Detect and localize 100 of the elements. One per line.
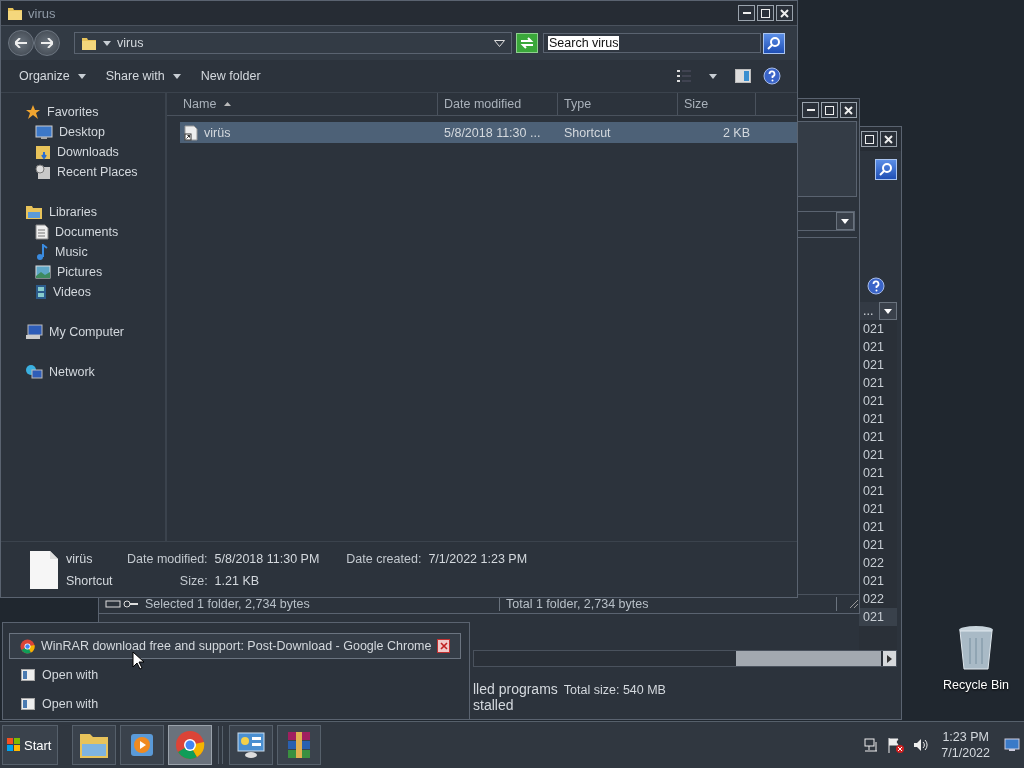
cursor-icon [132, 651, 144, 670]
close-button[interactable] [840, 102, 857, 118]
list-cell-text: 022 [862, 591, 885, 608]
taskbar-app-button[interactable] [277, 725, 321, 765]
caret-icon [77, 73, 86, 79]
start-button[interactable]: Start [2, 725, 58, 765]
star-icon [25, 104, 41, 120]
toolbar-button[interactable]: New folder [190, 64, 271, 88]
search-field[interactable]: Search virus [543, 33, 761, 53]
close-icon [780, 8, 789, 18]
close-button[interactable] [776, 5, 793, 21]
nav-item[interactable]: Libraries [1, 202, 165, 222]
jump-list-item[interactable]: Open with [9, 691, 461, 717]
field-value: 7/1/2022 1:23 PM [428, 551, 528, 566]
caret-icon [884, 308, 892, 314]
browser-icon [20, 638, 35, 654]
taskbar-app-button[interactable] [120, 725, 164, 765]
search-button[interactable] [763, 32, 785, 54]
list-cell-text: 022 [862, 555, 885, 572]
speaker-icon [913, 737, 930, 753]
nav-item[interactable]: Music [1, 242, 165, 262]
search-button[interactable] [875, 158, 897, 180]
maximize-button[interactable] [861, 131, 878, 147]
scroll-right-button[interactable] [883, 651, 896, 666]
jump-list-item[interactable]: Open with [9, 662, 461, 688]
field-label: Size: [178, 573, 208, 588]
folder-icon [25, 204, 43, 220]
field-label: Date modified: [127, 551, 208, 566]
maximize-icon [825, 105, 834, 115]
minimize-icon [742, 12, 751, 14]
list-cell-text: 021 [862, 537, 885, 554]
books-icon [285, 730, 313, 760]
desktop-icon-label[interactable]: Recycle Bin [943, 678, 1009, 692]
monitor-icon [35, 124, 53, 140]
caret-icon [841, 218, 849, 224]
taskbar-app-button[interactable] [229, 725, 273, 765]
caret-icon [494, 39, 505, 47]
file-type: Shortcut [66, 573, 114, 588]
minimize-button[interactable] [802, 102, 819, 118]
maximize-button[interactable] [821, 102, 838, 118]
scrollbar-thumb[interactable] [735, 651, 882, 666]
nav-item[interactable]: Videos [1, 282, 165, 302]
nav-item[interactable]: Downloads [1, 142, 165, 162]
flag-icon [887, 737, 906, 753]
column-header[interactable]: Date modified [438, 93, 558, 115]
list-cell-text: 021 [862, 573, 885, 590]
list-cell-text: 021 [862, 465, 885, 482]
refresh-button[interactable] [516, 33, 538, 53]
nav-item[interactable]: My Computer [1, 322, 165, 342]
list-cell-text: 021 [862, 411, 885, 428]
window-title: virus [28, 5, 56, 21]
nav-item[interactable]: Network [1, 362, 165, 382]
nav-item[interactable]: Desktop [1, 122, 165, 142]
scrollbar[interactable] [473, 650, 897, 667]
toolbar-button[interactable]: Organize [9, 64, 96, 88]
column-header[interactable]: Type [558, 93, 678, 115]
preview-pane-icon [735, 69, 751, 83]
status-icon [105, 599, 139, 609]
nav-item[interactable]: Favorites [1, 102, 165, 122]
toolbar-button[interactable]: Share with [95, 64, 191, 88]
picture-icon [35, 265, 51, 279]
shortcut-icon [184, 124, 198, 141]
column-header[interactable]: Name [167, 93, 438, 115]
dropdown-button[interactable] [836, 212, 854, 230]
help-icon [867, 277, 885, 295]
computer-icon [25, 324, 43, 340]
search-icon [879, 162, 893, 176]
network-icon [863, 737, 880, 753]
address-bar[interactable]: virus [74, 32, 512, 54]
minimize-button[interactable] [738, 5, 755, 21]
list-cell-text: 021 [862, 321, 885, 338]
file-row[interactable]: virüs 5/8/2018 11:30 ... Shortcut 2 KB [180, 122, 797, 143]
nav-item[interactable]: Pictures [1, 262, 165, 282]
nav-item[interactable]: Documents [1, 222, 165, 242]
four-squares-icon [7, 738, 21, 752]
arrow-right-icon [41, 38, 53, 48]
view-list-icon [677, 70, 691, 82]
close-icon [884, 134, 893, 144]
caret-icon [709, 73, 717, 79]
list-cell-text: 021 [862, 483, 885, 500]
nav-item[interactable]: Recent Places [1, 162, 165, 182]
list-cell-text: 021 [862, 357, 885, 374]
details-text: stalled [473, 697, 514, 713]
file-icon [29, 549, 59, 590]
taskbar-app-button[interactable] [72, 725, 116, 765]
list-cell: 021 [859, 608, 897, 626]
resize-grip-icon [849, 599, 859, 609]
close-button[interactable] [880, 131, 897, 147]
column-header[interactable]: Size [678, 93, 756, 115]
folder-icon [81, 35, 97, 51]
maximize-button[interactable] [757, 5, 774, 21]
back-button[interactable] [8, 30, 34, 56]
browser-icon [175, 730, 205, 760]
close-icon [439, 642, 448, 650]
dropdown-button[interactable] [879, 302, 897, 320]
window-icon [21, 669, 35, 681]
music-note-icon [35, 244, 49, 260]
jump-list-item[interactable]: WinRAR download free and support: Post-Download - Google Chrome [9, 633, 461, 659]
clock[interactable]: 1:23 PM 7/1/2022 [941, 729, 990, 761]
forward-button[interactable] [34, 30, 60, 56]
